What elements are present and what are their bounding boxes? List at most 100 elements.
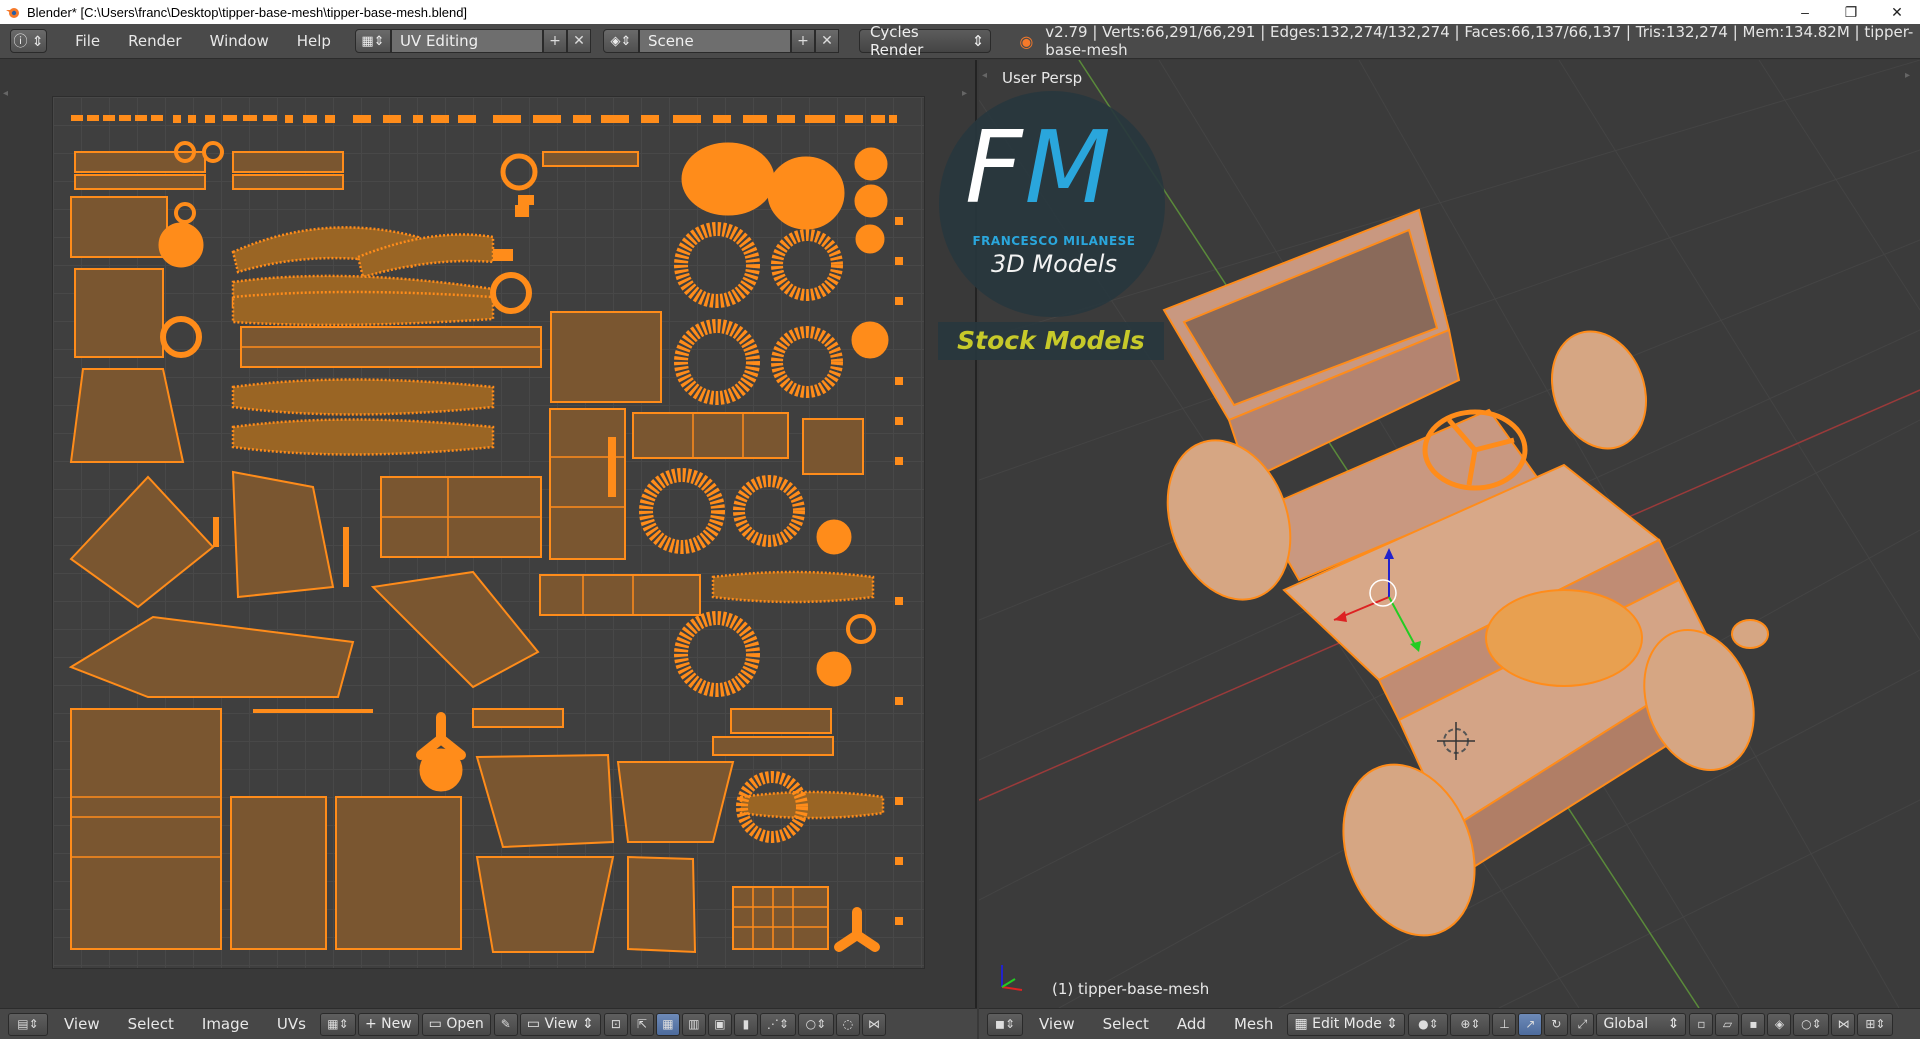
edge-select-icon[interactable]: ▥: [681, 1012, 706, 1036]
uv-menu-image[interactable]: Image: [188, 1015, 263, 1033]
vp-menu-add[interactable]: Add: [1163, 1015, 1220, 1033]
uv-island: [232, 174, 344, 190]
main-menu: File Render Window Help: [61, 32, 345, 50]
plus-icon: +: [364, 1016, 382, 1032]
pin-icon[interactable]: ✎: [493, 1012, 518, 1036]
viewport-shading-dropdown[interactable]: ●⇕: [1408, 1012, 1449, 1036]
render-engine-dropdown[interactable]: Cycles Render ⇕: [858, 23, 992, 59]
scene-field[interactable]: Scene: [638, 29, 791, 53]
region-expand-icon[interactable]: ◂: [3, 88, 15, 100]
vp-menu-mesh[interactable]: Mesh: [1220, 1015, 1288, 1033]
menu-window[interactable]: Window: [196, 32, 283, 50]
uv-layout-canvas[interactable]: [52, 96, 925, 969]
scene-icon: ◈⇕: [610, 33, 632, 49]
close-icon: ✕: [821, 33, 833, 49]
pivot-icon[interactable]: ⊡: [603, 1012, 628, 1036]
uv-island: [639, 468, 725, 554]
edit-mode-icon: ▦: [1294, 1016, 1313, 1032]
proportional-edit-dropdown[interactable]: ○⇕: [1793, 1012, 1830, 1036]
restore-button[interactable]: ❐: [1828, 0, 1874, 24]
menu-render[interactable]: Render: [114, 32, 195, 50]
uv-island: [771, 229, 843, 301]
uv-island: [855, 224, 885, 254]
uv-view-mode-dropdown[interactable]: ▭ View ⇕: [519, 1012, 601, 1036]
uv-menu-uvs[interactable]: UVs: [263, 1015, 320, 1033]
island-select-icon[interactable]: ▮: [733, 1012, 758, 1036]
uv-image-editor[interactable]: ◂ ▸: [0, 60, 977, 1008]
open-image-button[interactable]: ▭ Open: [421, 1012, 491, 1036]
rotate-manipulator-icon[interactable]: ↻: [1544, 1012, 1569, 1036]
uv-island: [846, 614, 876, 644]
image-browse-button[interactable]: ▦⇕: [319, 1012, 356, 1036]
uv-view-mode-label: View: [544, 1016, 578, 1032]
stats-text: v2.79 | Verts:66,291/66,291 | Edges:132,…: [1045, 23, 1914, 59]
uv-menu-view[interactable]: View: [50, 1015, 114, 1033]
uv-island: [771, 326, 843, 398]
screen-layout-browse-button[interactable]: ▦⇕: [354, 29, 391, 53]
uv-island: [674, 319, 760, 405]
pivot-point-dropdown[interactable]: ⊕⇕: [1450, 1012, 1491, 1036]
scene-browse-button[interactable]: ◈⇕: [602, 29, 639, 53]
uv-menu-select[interactable]: Select: [114, 1015, 188, 1033]
interaction-mode-dropdown[interactable]: ▦ Edit Mode ⇕: [1287, 1012, 1406, 1036]
snap-icon[interactable]: ⋈: [1831, 1012, 1856, 1036]
vp-menu-view[interactable]: View: [1025, 1015, 1089, 1033]
menu-file[interactable]: File: [61, 32, 114, 50]
uv-islands: [68, 115, 903, 954]
occlude-geometry-icon[interactable]: ◈: [1767, 1012, 1792, 1036]
translate-manipulator-icon[interactable]: ↗: [1518, 1012, 1543, 1036]
snap-element-dropdown[interactable]: ⊞⇕: [1857, 1012, 1894, 1036]
snap-icon[interactable]: ◌: [835, 1012, 860, 1036]
uv-island: [70, 196, 168, 258]
logo-tagline: 3D Models: [991, 250, 1117, 278]
uv-island: [767, 156, 845, 230]
uv-island: [475, 753, 615, 849]
minimize-button[interactable]: –: [1782, 0, 1828, 24]
region-expand-icon[interactable]: ▸: [962, 88, 974, 100]
uv-island: [674, 222, 760, 308]
layout-grid-icon: ▦⇕: [361, 33, 385, 49]
manipulator-toggle-icon[interactable]: ⊥: [1492, 1012, 1517, 1036]
image-editor-icon: ▤⇕: [17, 1017, 39, 1031]
vertex-select-icon[interactable]: ▦: [655, 1012, 680, 1036]
uv-island: [816, 651, 852, 687]
close-window-button[interactable]: ✕: [1874, 0, 1920, 24]
uv-island: [174, 202, 196, 224]
uv-sculpt-icon[interactable]: ⋈: [861, 1012, 886, 1036]
scene-selector: ◈⇕ Scene + ✕: [602, 29, 839, 53]
add-screen-button[interactable]: +: [542, 29, 567, 53]
new-image-button[interactable]: + New: [357, 1012, 419, 1036]
delete-scene-button[interactable]: ✕: [814, 29, 839, 53]
info-editor-type-button[interactable]: ⓘ ⇕: [10, 29, 48, 53]
close-icon: ✕: [573, 33, 585, 49]
vp-menu-select[interactable]: Select: [1089, 1015, 1163, 1033]
viewport-header: ◼⇕ View Select Add Mesh ▦ Edit Mode ⇕ ●⇕…: [979, 1008, 1920, 1039]
scale-manipulator-icon[interactable]: ⤢: [1570, 1012, 1595, 1036]
uv-island: [674, 611, 760, 697]
sticky-select-dropdown[interactable]: ⋰⇕: [759, 1012, 796, 1036]
uv-island: [550, 311, 662, 403]
face-select-icon[interactable]: ▣: [707, 1012, 732, 1036]
delete-screen-button[interactable]: ✕: [566, 29, 591, 53]
sync-selection-icon[interactable]: ⇱: [629, 1012, 654, 1036]
transform-orientation-dropdown[interactable]: Global ⇕: [1596, 1012, 1687, 1036]
uv-island: [475, 856, 615, 953]
uv-island: [732, 886, 829, 950]
uv-island: [627, 855, 697, 954]
menu-help[interactable]: Help: [283, 32, 345, 50]
screen-layout-field[interactable]: UV Editing: [390, 29, 543, 53]
proportional-edit-dropdown[interactable]: ○⇕: [797, 1012, 834, 1036]
vertex-select-icon[interactable]: ▫: [1689, 1012, 1714, 1036]
dropdown-arrows-icon: ⇕: [971, 32, 985, 50]
uv-island: [472, 708, 564, 728]
uv-island: [231, 290, 495, 327]
logo-letter-f: F: [965, 109, 1025, 226]
fm-logo-letters: FM: [965, 118, 1113, 218]
image-editor-type-button[interactable]: ▤⇕: [8, 1012, 48, 1036]
uv-island: [542, 151, 639, 167]
edge-select-icon[interactable]: ▱: [1715, 1012, 1740, 1036]
3d-view-editor-type-button[interactable]: ◼⇕: [987, 1012, 1023, 1036]
add-scene-button[interactable]: +: [790, 29, 815, 53]
face-select-icon[interactable]: ▪: [1741, 1012, 1766, 1036]
uv-island: [70, 708, 222, 950]
